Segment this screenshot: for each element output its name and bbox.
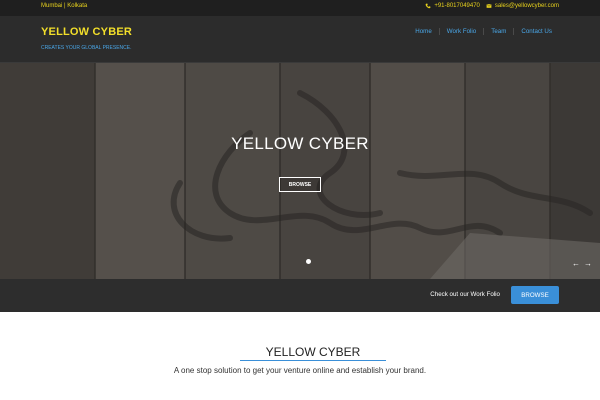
nav-item-contact-us[interactable]: Contact Us — [513, 28, 559, 35]
email-text: sales@yellowcyber.com — [494, 3, 559, 9]
cta-text: Check out our Work Folio — [430, 291, 500, 298]
site-logo[interactable]: YELLOW CYBER — [41, 26, 132, 38]
arrow-left-icon[interactable]: ← — [572, 259, 580, 268]
intro-subtitle: A one stop solution to get your venture … — [173, 366, 427, 375]
slider-dot[interactable] — [306, 259, 311, 264]
hero-overlay — [0, 63, 600, 279]
location-text: Mumbai | Kolkata — [41, 3, 88, 9]
main-nav: Home Work Folio Team Contact Us — [408, 28, 559, 35]
cta-browse-button[interactable]: BROWSE — [511, 286, 559, 304]
nav-item-work-folio[interactable]: Work Folio — [438, 28, 483, 35]
site-tagline: CREATES YOUR GLOBAL PRESENCE. — [41, 45, 132, 51]
intro-underline — [240, 360, 386, 361]
hero-title: YELLOW CYBER — [231, 134, 369, 153]
phone-icon — [425, 3, 431, 9]
slider-arrows: ← → — [572, 259, 592, 268]
arrow-right-icon[interactable]: → — [584, 259, 592, 268]
phone-text: +91-8017049470 — [434, 3, 480, 9]
intro-title: YELLOW CYBER — [265, 345, 361, 359]
top-bar: Mumbai | Kolkata +91-8017049470 sales@ye… — [0, 0, 600, 16]
contact-info: +91-8017049470 sales@yellowcyber.com — [425, 3, 559, 9]
cta-bar: Check out our Work Folio BROWSE — [0, 279, 600, 312]
envelope-icon — [486, 4, 492, 8]
site-header: YELLOW CYBER CREATES YOUR GLOBAL PRESENC… — [0, 16, 600, 63]
hero-browse-button[interactable]: BROWSE — [279, 177, 321, 192]
nav-item-home[interactable]: Home — [408, 28, 439, 35]
nav-item-team[interactable]: Team — [483, 28, 513, 35]
phone-link[interactable]: +91-8017049470 — [425, 3, 480, 9]
email-link[interactable]: sales@yellowcyber.com — [486, 3, 559, 9]
hero-slider — [0, 63, 600, 279]
